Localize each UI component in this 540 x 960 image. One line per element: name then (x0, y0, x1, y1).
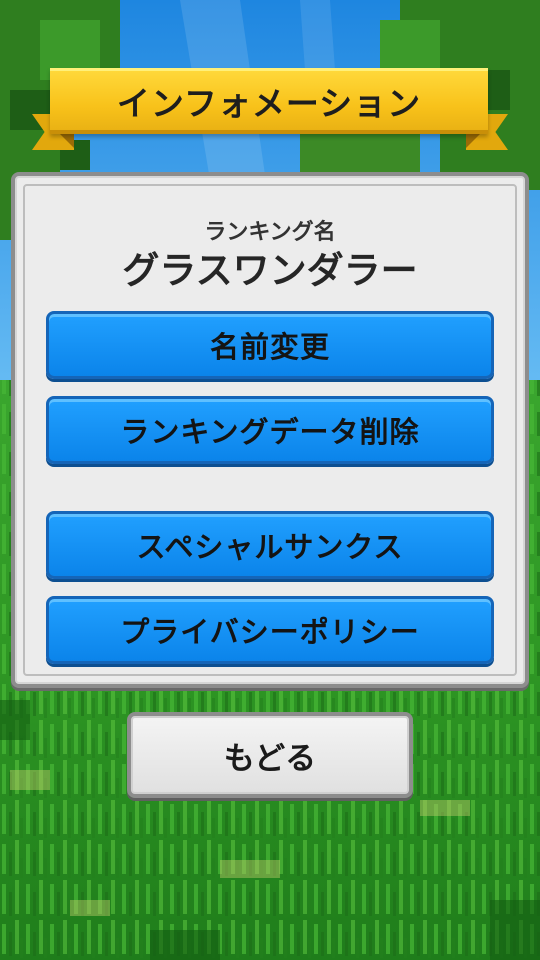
privacy-policy-button-label: プライバシーポリシー (120, 615, 420, 649)
delete-ranking-data-button[interactable]: ランキングデータ削除 (46, 396, 494, 464)
ranking-name-value: グラスワンダラー (122, 249, 418, 292)
back-button[interactable]: もどる (127, 712, 413, 798)
rename-button[interactable]: 名前変更 (46, 311, 494, 379)
delete-ranking-data-button-label: ランキングデータ削除 (120, 415, 420, 449)
page-title: インフォメーション (116, 83, 422, 123)
rename-button-label: 名前変更 (209, 330, 330, 364)
ribbon-banner: インフォメーション (50, 68, 488, 134)
special-thanks-button[interactable]: スペシャルサンクス (46, 511, 494, 579)
title-ribbon: インフォメーション (30, 66, 510, 156)
privacy-policy-button[interactable]: プライバシーポリシー (46, 596, 494, 664)
back-button-label: もどる (223, 740, 317, 777)
special-thanks-button-label: スペシャルサンクス (136, 530, 404, 564)
